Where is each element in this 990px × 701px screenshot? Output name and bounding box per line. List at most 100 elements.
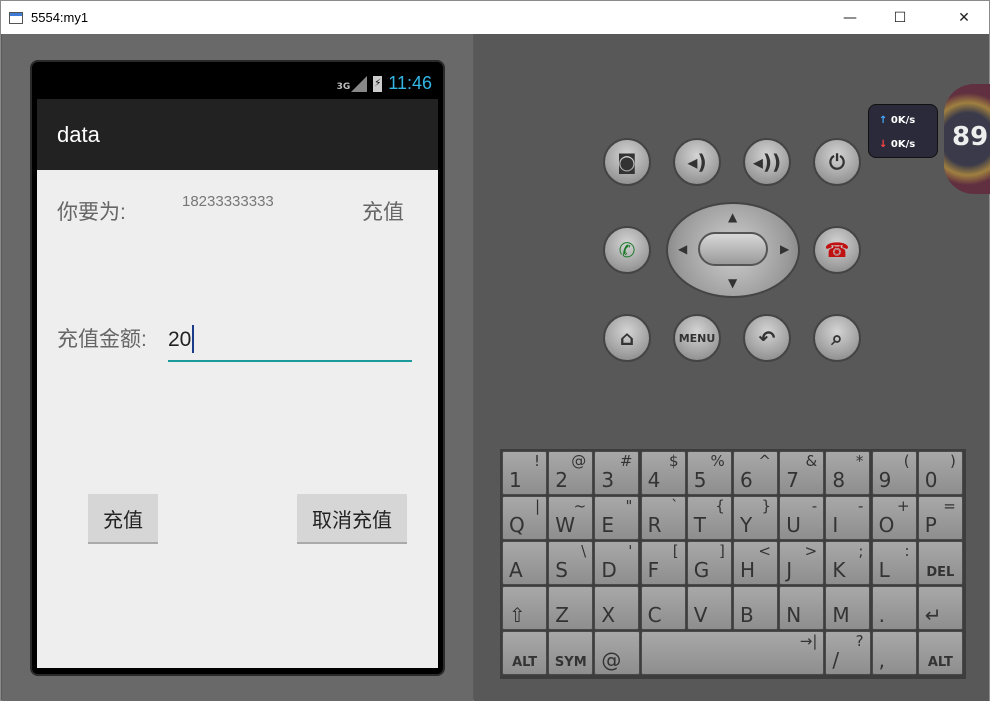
menu-button[interactable]: MENU [673,314,721,362]
dpad-down-icon[interactable]: ▼ [728,276,737,290]
key-5[interactable]: 5% [686,451,732,495]
key-6[interactable]: 6 ^ [733,451,778,495]
back-icon[interactable]: ↶ [743,314,791,362]
key-z[interactable]: Z [548,586,594,630]
maximize-button[interactable]: ☐ [877,1,923,34]
key-l[interactable]: L: [871,541,917,585]
key-label: Z [555,603,569,627]
key-9[interactable]: 9( [871,451,917,495]
dpad[interactable]: ▲ ▼ ◀ ▶ [666,202,800,298]
key-r[interactable]: R ` [640,496,686,540]
key-enter[interactable]: ↵ [917,586,963,630]
key-sym[interactable]: SYM [548,631,594,675]
key-label: ⇧ [509,603,526,627]
key-at[interactable]: @ [594,631,640,675]
key-y[interactable]: Y} [733,496,778,540]
dpad-left-icon[interactable]: ◀ [678,242,687,256]
emulator-window: 5554:my1 — ☐ ✕ 3G ⚡ 11:46 data 你要为: 1823… [0,0,990,701]
camera-icon[interactable]: ◙ [603,138,651,186]
key-alt-right[interactable]: ALT [917,631,963,675]
key-p[interactable]: P = [917,496,963,540]
label-amount: 充值金额: [57,328,147,351]
recharge-button[interactable]: 充值 [88,494,158,544]
key-alt-label: - [857,497,864,515]
key-label: C [647,603,662,627]
key-v[interactable]: V [686,586,732,630]
key-label: H [740,558,756,582]
key-w[interactable]: W ~ [548,496,594,540]
key-2[interactable]: 2 @ [548,451,594,495]
key-0[interactable]: 0) [917,451,963,495]
app-content: 你要为: 18233333333 充值 充值金额: 20 充值 取消充值 [37,170,438,668]
key-label: X [601,603,616,627]
key-b[interactable]: B [733,586,778,630]
search-icon[interactable]: ⌕ [813,314,861,362]
key-4[interactable]: 4 $ [640,451,686,495]
key-label: 0 [924,468,938,492]
window-title: 5554:my1 [31,10,89,25]
key-c[interactable]: C [640,586,686,630]
key-space[interactable]: →| [640,631,825,675]
key-k[interactable]: K; [825,541,871,585]
key-7[interactable]: 7 & [779,451,825,495]
key-g[interactable]: G] [686,541,732,585]
key-label: @ [601,648,622,672]
dpad-up-icon[interactable]: ▲ [728,210,737,224]
phone-number: 18233333333 [182,193,274,210]
key-n[interactable]: N [779,586,825,630]
end-call-icon[interactable]: ☎ [813,226,861,274]
power-icon[interactable]: ⏻ [813,138,861,186]
key-label: 4 [647,468,661,492]
network-speed-widget: ↑ 0K/s ↓ 0K/s [868,104,938,158]
amount-input[interactable]: 20 [168,320,412,362]
key-h[interactable]: H < [733,541,778,585]
key-x[interactable]: X [594,586,640,630]
key-label: 7 [786,468,799,492]
key-alt-label: ; [858,542,864,560]
key-q[interactable]: Q | [502,496,547,540]
key-label: T [693,513,707,537]
volume-up-icon[interactable]: ◂)) [743,138,791,186]
key-alt-left[interactable]: ALT [502,631,548,675]
key-d[interactable]: D ' [594,541,640,585]
key-.[interactable]: . [871,586,917,630]
key-alt-label: " [625,497,633,515]
key-label: 1 [509,468,522,492]
call-icon[interactable]: ✆ [603,226,651,274]
key-a[interactable]: A [502,541,547,585]
cancel-recharge-button[interactable]: 取消充值 [297,494,407,544]
key-label: K [832,558,846,582]
dpad-center-button[interactable] [698,232,768,266]
key-label: . [878,603,885,627]
key-e[interactable]: E " [594,496,640,540]
volume-down-icon[interactable]: ◂) [673,138,721,186]
key-comma[interactable]: , [871,631,917,675]
key-3[interactable]: 3 # [594,451,640,495]
close-button[interactable]: ✕ [941,1,987,34]
key-label: S [555,558,568,582]
key-1[interactable]: 1! [502,451,547,495]
key-m[interactable]: M [825,586,871,630]
key-alt-label: } [761,497,771,515]
key-alt-label: $ [669,452,679,470]
key-shift[interactable]: ⇧ [502,586,547,630]
key-slash[interactable]: /? [825,631,871,675]
key-j[interactable]: J > [779,541,825,585]
key-label: SYM [554,655,587,670]
key-label: 8 [832,468,846,492]
minimize-button[interactable]: — [827,1,873,34]
key-alt-label: ~ [573,497,587,515]
key-u[interactable]: U- [779,496,825,540]
key-t[interactable]: T{ [686,496,732,540]
key-i[interactable]: I- [825,496,871,540]
key-label: A [509,558,523,582]
key-s[interactable]: S \ [548,541,594,585]
key-8[interactable]: 8 * [825,451,871,495]
key-label: , [878,648,885,672]
key-f[interactable]: F[ [640,541,686,585]
home-icon[interactable]: ⌂ [603,314,651,362]
battery-icon: ⚡ [373,75,383,92]
key-del[interactable]: DEL [917,541,963,585]
dpad-right-icon[interactable]: ▶ [780,242,789,256]
key-o[interactable]: O + [871,496,917,540]
